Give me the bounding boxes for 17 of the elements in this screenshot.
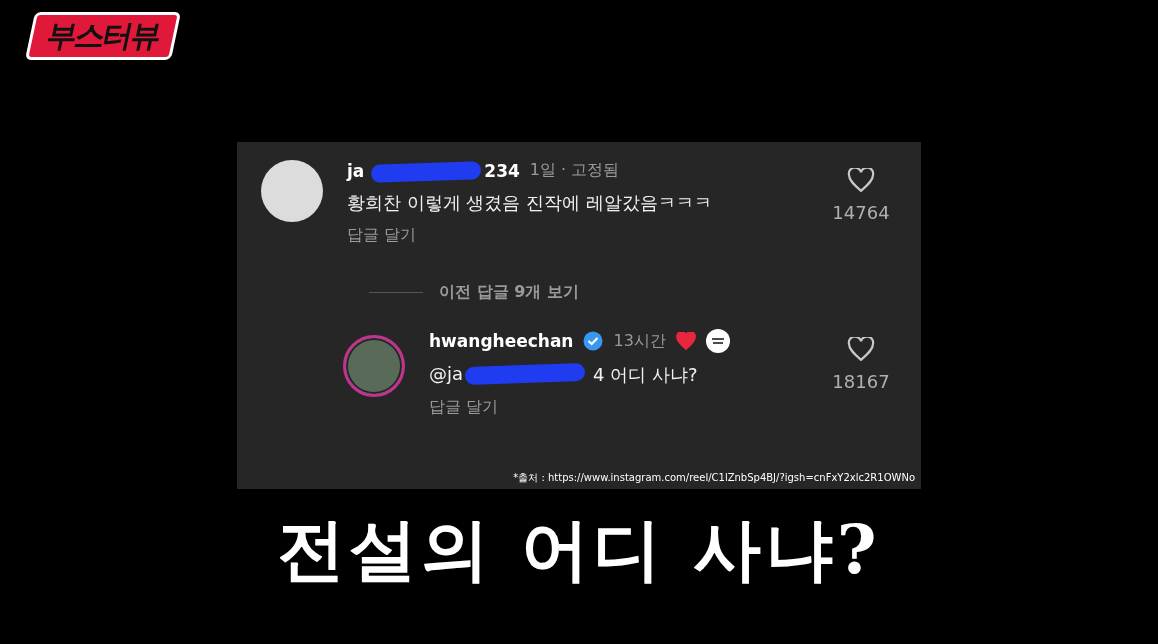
like-heart-icon[interactable] — [847, 337, 875, 361]
like-heart-icon[interactable] — [847, 168, 875, 192]
channel-logo: 부스터뷰 — [24, 12, 182, 60]
comment-time: 1일 · 고정됨 — [529, 160, 620, 181]
username[interactable]: ja 234 — [347, 160, 520, 181]
comment-text: 황희찬 이렇게 생겼음 진작에 레알갔음ㅋㅋㅋ — [347, 191, 713, 215]
comment-text: @ja 4 어디 사냐? — [429, 363, 699, 387]
subtitle-caption: 전설의 어디 사냐? — [277, 508, 881, 591]
reply-link[interactable]: 답글 달기 — [429, 397, 807, 418]
source-url: *출처 : https://www.instagram.com/reel/C1lZnbSp4BJ/?igsh=cnFxY2xlc2R1OWNo — [513, 471, 915, 485]
view-replies-link[interactable]: 이전 답글 9개 보기 — [439, 282, 579, 303]
comment-time: 13시간 — [613, 330, 666, 352]
sticker-icon — [705, 329, 730, 353]
like-count: 18167 — [832, 371, 890, 392]
reply-link[interactable]: 답글 달기 — [347, 225, 807, 246]
username[interactable]: hwangheechan — [429, 331, 574, 351]
like-count: 14764 — [832, 202, 890, 223]
